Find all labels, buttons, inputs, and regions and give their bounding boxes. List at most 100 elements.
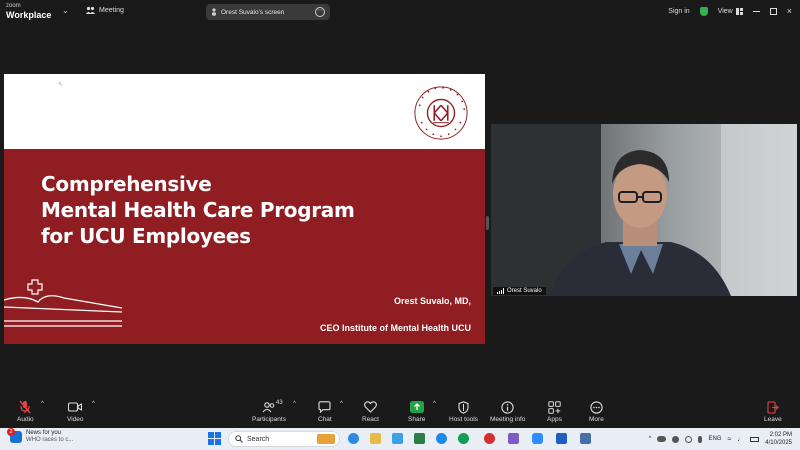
video-label: Video: [67, 416, 84, 423]
zoom-taskbar-icon[interactable]: [532, 433, 543, 444]
news-widget-icon: 2: [7, 428, 22, 443]
chevron-up-icon[interactable]: ^: [649, 436, 652, 442]
top-right-controls: Sign in View ×: [668, 6, 792, 16]
windows-start-icon[interactable]: [208, 432, 221, 445]
opera-icon[interactable]: [484, 433, 495, 444]
app-icon[interactable]: [508, 433, 519, 444]
ucu-logo: [414, 86, 468, 140]
shield-icon: [458, 400, 469, 414]
share-options-chevron-icon[interactable]: ^: [433, 401, 436, 407]
clock-time: 2:02 PM: [769, 432, 792, 438]
copilot-icon[interactable]: [348, 433, 359, 444]
chat-label: Chat: [318, 416, 332, 423]
edge-icon[interactable]: [392, 433, 403, 444]
participants-count: 43: [276, 400, 283, 406]
participants-options-chevron-icon[interactable]: ^: [293, 401, 296, 407]
share-button[interactable]: Share: [408, 400, 425, 423]
view-button[interactable]: View: [717, 7, 743, 15]
chevron-down-icon[interactable]: ⌄: [62, 6, 69, 15]
search-icon: [235, 435, 243, 443]
store-icon[interactable]: [414, 433, 425, 444]
news-subtitle: WHO races to c...: [26, 437, 74, 443]
slide-title-line-1: Comprehensive: [41, 172, 212, 196]
app-icon-2[interactable]: [580, 433, 591, 444]
participant-video-tile[interactable]: Orest Suvalo: [491, 124, 797, 296]
participant-video-image: [491, 124, 797, 296]
chat-bubble-icon: [318, 401, 331, 413]
network-icon[interactable]: [685, 435, 693, 443]
video-options-chevron-icon[interactable]: ^: [92, 401, 95, 407]
screen-share-pill[interactable]: Orest Suvalo's screen ⋯: [206, 4, 330, 20]
react-button[interactable]: React: [362, 400, 379, 423]
slide-title-line-2: Mental Health Care Program: [41, 198, 355, 222]
zoom-workplace-logo[interactable]: zoom Workplace: [6, 2, 51, 20]
battery-icon[interactable]: [750, 436, 760, 442]
minimize-icon[interactable]: [752, 10, 760, 12]
video-button[interactable]: Video: [67, 400, 84, 423]
resize-handle[interactable]: [486, 216, 489, 230]
person-icon: [212, 8, 216, 16]
audio-button[interactable]: Audio: [17, 400, 34, 423]
search-highlight-icon: [317, 434, 335, 444]
news-title: News for you: [26, 430, 62, 436]
heart-icon: [364, 401, 377, 413]
host-tools-label: Host tools: [449, 416, 478, 423]
security-icon[interactable]: [672, 435, 680, 443]
slide-title: Comprehensive Mental Health Care Program…: [41, 171, 355, 249]
screen-share-label: Orest Suvalo's screen: [221, 8, 285, 16]
clock[interactable]: 2:02 PM 4/10/2025: [765, 431, 792, 447]
participants-label: Participants: [252, 416, 286, 423]
apps-label: Apps: [547, 416, 562, 423]
react-label: React: [362, 416, 379, 423]
volume-icon[interactable]: ♩: [737, 436, 744, 443]
signal-strength-icon: [497, 288, 504, 294]
wifi-icon[interactable]: ≈: [727, 436, 731, 443]
news-widget[interactable]: 2 News for you WHO races to c...: [7, 428, 74, 444]
share-label: Share: [408, 416, 426, 423]
participant-name-tag: Orest Suvalo: [493, 287, 546, 295]
leave-icon: [767, 400, 780, 414]
more-options-icon[interactable]: ⋯: [315, 7, 325, 17]
chat-options-chevron-icon[interactable]: ^: [340, 401, 343, 407]
close-icon[interactable]: ×: [787, 6, 792, 16]
chat-button[interactable]: Chat: [318, 400, 332, 423]
meeting-info-button[interactable]: Meeting info: [490, 400, 525, 423]
meeting-label: Meeting: [99, 6, 124, 14]
host-tools-button[interactable]: Host tools: [449, 400, 478, 423]
brand-line2: Workplace: [6, 10, 52, 20]
speaker-name: Orest Suvalo, MD,: [393, 296, 471, 306]
share-screen-icon: [409, 401, 424, 413]
audio-options-chevron-icon[interactable]: ^: [41, 401, 44, 407]
view-label: View: [717, 7, 733, 15]
news-badge-count: 2: [7, 428, 15, 436]
book-cross-illustration: [4, 279, 123, 327]
windows-taskbar: 2 News for you WHO races to c... Search …: [0, 428, 800, 450]
sign-in-link[interactable]: Sign in: [668, 8, 689, 15]
slide-title-line-3: for UCU Employees: [41, 224, 251, 248]
cloud-icon[interactable]: [657, 436, 667, 442]
meeting-control-bar: Audio ^ Video ^ Participants 43 ^ Chat ^…: [0, 398, 800, 428]
top-bar: zoom Workplace ⌄ Meeting Orest Suvalo's …: [0, 0, 800, 24]
browser-icon[interactable]: [436, 433, 447, 444]
shared-screen-slide: ↖ Comprehensive Mental Health Care Progr…: [4, 74, 485, 344]
apps-button[interactable]: Apps: [547, 400, 562, 423]
chrome-icon[interactable]: [458, 433, 469, 444]
leave-button[interactable]: Leave: [764, 400, 782, 423]
more-label: More: [589, 416, 604, 423]
language-indicator[interactable]: ENG: [708, 436, 721, 442]
file-explorer-icon[interactable]: [370, 433, 381, 444]
speaker-role: CEO Institute of Mental Health UCU: [319, 323, 471, 333]
security-shield-icon[interactable]: [699, 6, 708, 16]
more-button[interactable]: More: [589, 400, 604, 423]
participants-icon: [262, 401, 275, 412]
taskbar-search[interactable]: Search: [228, 431, 340, 447]
maximize-icon[interactable]: [769, 7, 777, 15]
mic-icon[interactable]: [698, 435, 703, 443]
apps-icon: [548, 400, 561, 414]
word-icon[interactable]: [556, 433, 567, 444]
meeting-info-label: Meeting info: [490, 416, 526, 423]
more-dots-icon: [590, 400, 603, 414]
meeting-tab[interactable]: Meeting: [86, 6, 124, 14]
leave-label: Leave: [764, 416, 782, 423]
participant-name: Orest Suvalo: [507, 288, 542, 294]
